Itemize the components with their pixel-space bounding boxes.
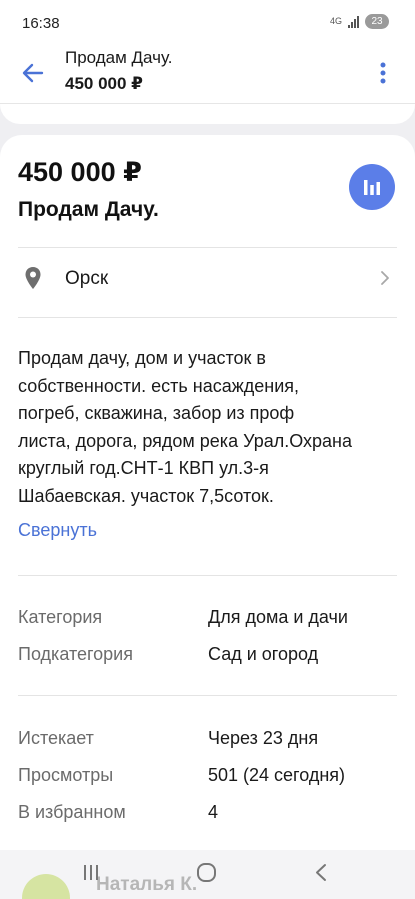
views-row: Просмотры 501 (24 сегодня) — [18, 765, 398, 791]
listing-price: 450 000 ₽ — [18, 157, 142, 187]
bar-chart-icon — [364, 180, 380, 195]
category-label: Категория — [18, 607, 103, 627]
listing-description: Продам дачу, дом и участок в собственнос… — [18, 345, 398, 510]
appbar-price: 450 000 ₽ — [65, 74, 144, 93]
listing-card: 450 000 ₽ Продам Дачу. Орск Продам дачу,… — [0, 135, 415, 850]
description-line: Шабаевская. участок 7,5соток. — [18, 485, 274, 506]
subcategory-label: Подкатегория — [18, 644, 133, 664]
avatar — [22, 874, 70, 899]
divider — [18, 575, 397, 576]
subcategory-row: Подкатегория Сад и огород — [18, 644, 398, 670]
expires-row: Истекает Через 23 дня — [18, 728, 398, 754]
seller-name: Наталья К. — [96, 874, 198, 895]
favorites-value: 4 — [208, 802, 219, 822]
more-vertical-icon — [380, 62, 386, 84]
subcategory-value: Сад и огород — [208, 644, 319, 664]
network-type: 4G — [329, 16, 342, 26]
battery-icon: 23 — [365, 14, 389, 29]
home-button[interactable] — [192, 860, 222, 886]
collapse-link[interactable]: Свернуть — [18, 520, 97, 541]
appbar-title: Продам Дачу. — [65, 48, 173, 67]
back-button[interactable] — [18, 58, 48, 88]
category-row: Категория Для дома и дачи — [18, 607, 398, 633]
nav-back-icon — [316, 864, 326, 881]
listing-title: Продам Дачу. — [18, 198, 159, 221]
views-value: 501 (24 сегодня) — [208, 765, 346, 785]
description-line: погреб, скважина, забор из проф — [18, 403, 295, 423]
chevron-right-icon — [381, 271, 389, 285]
nav-back-button[interactable] — [307, 860, 337, 886]
status-bar: 16:38 4G 23 — [0, 0, 415, 44]
location-city: Орск — [65, 268, 109, 289]
status-icons: 4G 23 — [330, 14, 389, 29]
divider — [18, 695, 397, 696]
recents-button[interactable] — [76, 860, 106, 886]
status-time: 16:38 — [22, 15, 60, 32]
expires-value: Через 23 дня — [208, 728, 319, 748]
statistics-button[interactable] — [349, 164, 395, 210]
description-line: собственности. есть насаждения, — [18, 375, 300, 396]
description-line: круглый год.СНТ-1 КВП ул.3-я — [18, 458, 269, 478]
signal-icon — [348, 15, 359, 28]
seller-bar[interactable]: Наталья К. — [0, 850, 415, 899]
home-icon — [197, 863, 216, 882]
location-row[interactable]: Орск — [0, 247, 415, 309]
description-line: Продам дачу, дом и участок в — [18, 348, 266, 368]
gallery-card-edge — [0, 104, 415, 124]
more-options-button[interactable] — [373, 58, 393, 88]
description-line: листа, дорога, рядом река Урал.Охрана — [18, 430, 353, 451]
arrow-left-icon — [22, 63, 44, 83]
app-bar: Продам Дачу. 450 000 ₽ — [0, 44, 415, 104]
divider — [18, 317, 397, 318]
recents-icon — [84, 865, 98, 880]
map-pin-icon — [25, 267, 41, 289]
category-value: Для дома и дачи — [208, 607, 348, 627]
favorites-label: В избранном — [18, 802, 126, 822]
views-label: Просмотры — [18, 765, 114, 785]
expires-label: Истекает — [18, 728, 94, 748]
favorites-row: В избранном 4 — [18, 802, 398, 828]
